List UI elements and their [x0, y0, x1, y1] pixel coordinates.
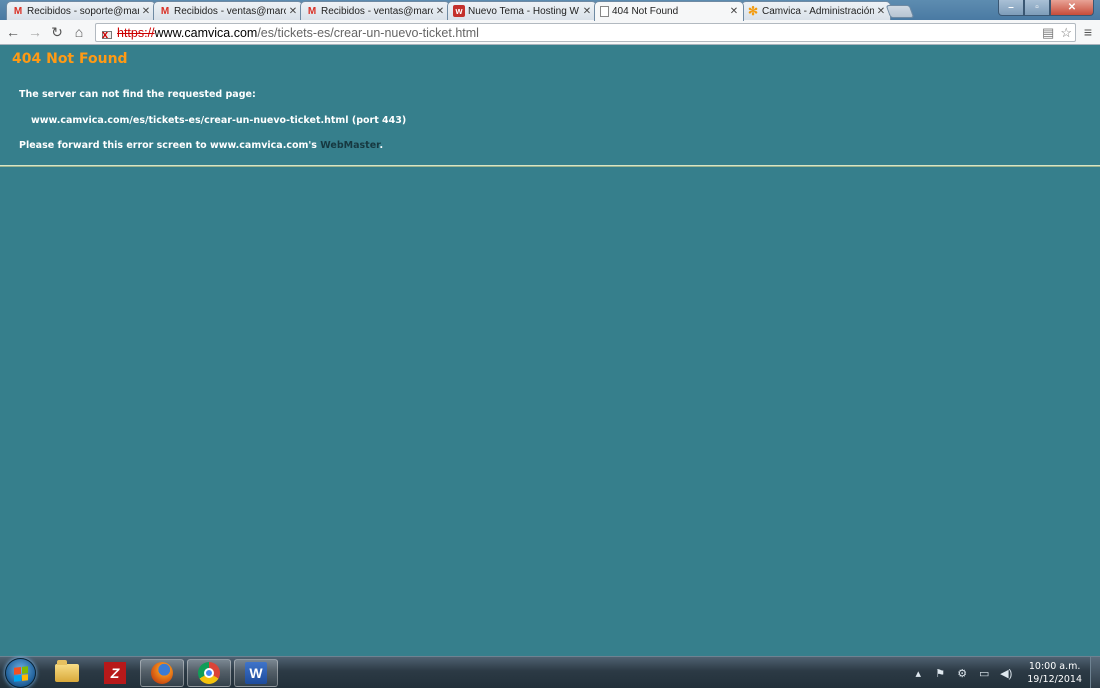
- filezilla-icon: Z: [104, 662, 126, 684]
- network-icon[interactable]: ▭: [976, 666, 992, 680]
- chrome-menu-button[interactable]: ≡: [1080, 23, 1096, 41]
- page-content: 404 Not Found The server can not find th…: [0, 46, 1100, 656]
- forward-button[interactable]: →: [26, 23, 44, 41]
- translate-icon[interactable]: ▤: [1042, 25, 1054, 41]
- new-tab-button[interactable]: [885, 5, 915, 18]
- arrow-right-icon: →: [28, 24, 42, 40]
- taskbar-filezilla[interactable]: Z: [93, 659, 137, 687]
- address-bar[interactable]: x https:// www.camvica.com /es/tickets-e…: [95, 23, 1076, 42]
- clock-time: 10:00 a.m.: [1028, 661, 1081, 672]
- browser-toolbar: ← → ↻ ⌂ x https:// www.camvica.com /es/t…: [0, 20, 1100, 45]
- close-tab-icon[interactable]: ✕: [582, 6, 592, 17]
- arrow-left-icon: ←: [6, 24, 20, 40]
- close-tab-icon[interactable]: ✕: [876, 6, 886, 17]
- tab-gmail-ventas-2[interactable]: M Recibidos - ventas@marc ✕: [300, 1, 450, 20]
- taskbar-word[interactable]: W: [234, 659, 278, 687]
- url-host: www.camvica.com: [154, 25, 258, 40]
- tab-404-not-found[interactable]: 404 Not Found ✕: [594, 1, 744, 21]
- windows-taskbar: Z W ▴ ⚑ ⚙ ▭ ◀) 10:00 a.m. 19/12/2014: [0, 656, 1100, 688]
- home-icon: ⌂: [74, 24, 84, 40]
- gmail-icon: M: [13, 5, 23, 17]
- close-window-button[interactable]: ✕: [1050, 0, 1094, 16]
- tab-title: Recibidos - soporte@marc: [27, 5, 139, 17]
- url-scheme: https://: [117, 25, 155, 40]
- system-tray: ▴ ⚑ ⚙ ▭ ◀) 10:00 a.m. 19/12/2014: [907, 657, 1100, 688]
- webhosting-icon: w: [453, 5, 465, 17]
- action-center-flag-icon[interactable]: ⚑: [932, 666, 948, 680]
- show-desktop-button[interactable]: [1090, 657, 1100, 688]
- usb-device-icon[interactable]: ⚙: [954, 666, 970, 680]
- tab-title: Nuevo Tema - Hosting W: [468, 5, 579, 17]
- horizontal-divider: [0, 165, 1100, 167]
- minimize-button[interactable]: –: [998, 0, 1024, 16]
- chrome-icon: [198, 662, 220, 684]
- taskbar-chrome[interactable]: [187, 659, 231, 687]
- url-path: /es/tickets-es/crear-un-nuevo-ticket.htm…: [257, 25, 479, 40]
- error-message: The server can not find the requested pa…: [19, 89, 256, 100]
- reload-button[interactable]: ↻: [48, 23, 66, 41]
- requested-url: www.camvica.com/es/tickets-es/crear-un-n…: [31, 115, 407, 126]
- forward-notice-end: .: [379, 140, 384, 151]
- volume-icon[interactable]: ◀): [998, 666, 1014, 680]
- joomla-icon: ✻: [747, 4, 759, 18]
- windows-logo-icon: [14, 666, 28, 682]
- tab-title: Camvica - Administración: [762, 5, 874, 17]
- forward-notice: Please forward this error screen to www.…: [19, 140, 383, 151]
- tab-strip: M Recibidos - soporte@marc ✕ M Recibidos…: [0, 0, 1100, 21]
- taskbar-explorer[interactable]: [45, 659, 89, 687]
- tab-title: 404 Not Found: [612, 6, 679, 17]
- tab-gmail-ventas-1[interactable]: M Recibidos - ventas@marc ✕: [153, 1, 303, 20]
- tab-title: Recibidos - ventas@marc: [174, 5, 286, 17]
- close-tab-icon[interactable]: ✕: [288, 6, 298, 17]
- word-icon: W: [245, 662, 267, 684]
- clock-date: 19/12/2014: [1027, 674, 1082, 685]
- hamburger-menu-icon: ≡: [1083, 24, 1093, 40]
- bookmark-star-icon[interactable]: ☆: [1060, 25, 1072, 41]
- tab-nuevo-tema[interactable]: w Nuevo Tema - Hosting W ✕: [447, 1, 597, 20]
- broken-lock-icon[interactable]: x: [100, 26, 114, 41]
- show-hidden-icons-icon[interactable]: ▴: [910, 666, 926, 680]
- tab-gmail-soporte[interactable]: M Recibidos - soporte@marc ✕: [6, 1, 156, 20]
- maximize-button[interactable]: ▫: [1024, 0, 1050, 16]
- gmail-icon: M: [307, 5, 317, 17]
- clock[interactable]: 10:00 a.m. 19/12/2014: [1027, 660, 1082, 686]
- start-button[interactable]: [5, 658, 36, 688]
- reload-icon: ↻: [51, 23, 63, 40]
- window-controls: – ▫ ✕: [998, 0, 1094, 16]
- webmaster-link[interactable]: WebMaster: [320, 140, 379, 151]
- close-tab-icon[interactable]: ✕: [435, 6, 445, 17]
- folder-icon: [55, 660, 79, 682]
- tab-camvica-admin[interactable]: ✻ Camvica - Administración ✕: [741, 1, 891, 20]
- forward-notice-text: Please forward this error screen to www.…: [19, 140, 317, 151]
- gmail-icon: M: [160, 5, 170, 17]
- close-tab-icon[interactable]: ✕: [729, 6, 739, 17]
- document-icon: [600, 6, 609, 17]
- page-title: 404 Not Found: [12, 51, 128, 67]
- taskbar-firefox[interactable]: [140, 659, 184, 687]
- tab-title: Recibidos - ventas@marc: [321, 5, 433, 17]
- back-button[interactable]: ←: [4, 23, 22, 41]
- close-tab-icon[interactable]: ✕: [141, 6, 151, 17]
- home-button[interactable]: ⌂: [70, 23, 88, 41]
- firefox-icon: [151, 662, 173, 684]
